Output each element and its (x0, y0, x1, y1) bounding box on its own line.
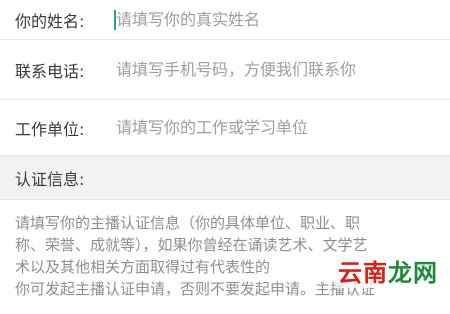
description-line-1: 请填写你的主播认证信息（你的具体单位、职业、职 (15, 214, 361, 232)
phone-input[interactable] (112, 56, 442, 83)
work-label: 工作单位: (15, 119, 85, 139)
phone-row: 联系电话: (0, 40, 450, 100)
watermark-part-2: 龙网 (388, 261, 438, 287)
certification-section-header: 认证信息: (0, 156, 450, 200)
text-cursor (114, 9, 116, 30)
phone-label: 联系电话: (15, 61, 85, 81)
certification-header-label: 认证信息: (15, 169, 85, 189)
name-input[interactable] (112, 6, 442, 33)
watermark-part-1: 云南 (338, 261, 388, 287)
work-input[interactable] (112, 114, 442, 141)
name-row: 你的姓名: (0, 0, 450, 40)
name-label: 你的姓名: (15, 11, 85, 31)
site-watermark: 云南龙网 (336, 253, 440, 288)
work-row: 工作单位: (0, 100, 450, 156)
